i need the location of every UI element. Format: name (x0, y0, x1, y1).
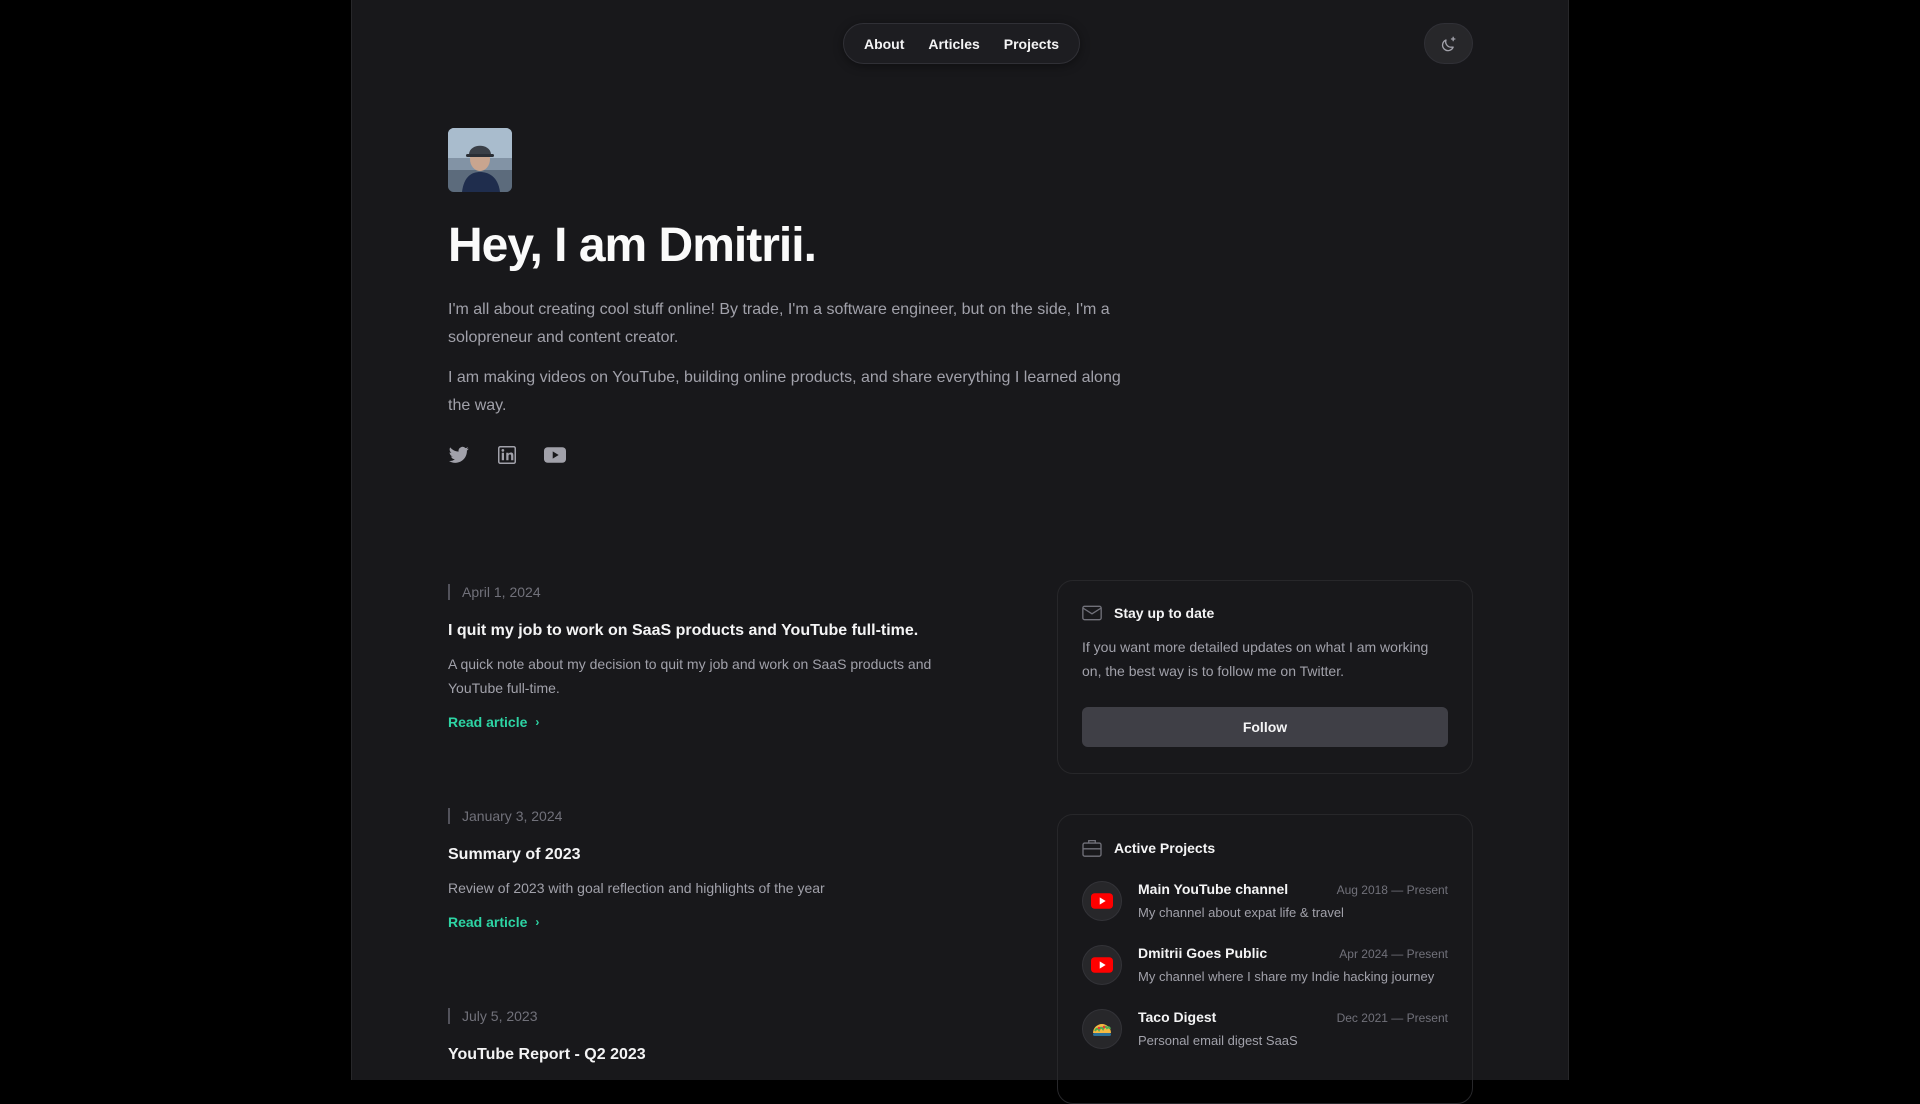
article-item: July 5, 2023 YouTube Report - Q2 2023 (448, 1008, 968, 1064)
project-name: Dmitrii Goes Public (1138, 945, 1268, 961)
social-links (448, 444, 566, 466)
linkedin-icon[interactable] (496, 444, 518, 466)
nav-articles[interactable]: Articles (928, 36, 979, 52)
article-item: January 3, 2024 Summary of 2023 Review o… (448, 808, 968, 932)
project-item[interactable]: Main YouTube channel Aug 2018 — Present … (1082, 881, 1448, 921)
follow-button[interactable]: Follow (1082, 707, 1448, 747)
project-item[interactable]: Taco Digest Dec 2021 — Present Personal … (1082, 1009, 1448, 1049)
newsletter-text: If you want more detailed updates on wha… (1082, 639, 1429, 679)
read-article-link[interactable]: Read article › (448, 914, 539, 930)
read-article-label: Read article (448, 914, 528, 930)
moon-icon (1441, 36, 1455, 51)
chevron-right-icon: › (535, 915, 540, 929)
article-description: A quick note about my decision to quit m… (448, 656, 932, 696)
project-name: Taco Digest (1138, 1009, 1217, 1025)
article-item: April 1, 2024 I quit my job to work on S… (448, 584, 968, 732)
project-description: Personal email digest SaaS (1138, 1033, 1298, 1048)
taco-logo-icon (1082, 1009, 1122, 1049)
twitter-icon[interactable] (448, 444, 470, 466)
mail-icon (1082, 605, 1102, 621)
article-date: January 3, 2024 (448, 808, 968, 824)
project-dates: Dec 2021 — Present (1336, 1011, 1448, 1025)
article-title[interactable]: Summary of 2023 (448, 846, 968, 864)
read-article-label: Read article (448, 714, 528, 730)
briefcase-icon (1082, 839, 1102, 857)
article-title[interactable]: YouTube Report - Q2 2023 (448, 1046, 968, 1064)
page-title: Hey, I am Dmitrii. (448, 219, 817, 272)
nav-projects[interactable]: Projects (1004, 36, 1059, 52)
youtube-logo-icon (1082, 945, 1122, 985)
projects-title: Active Projects (1114, 840, 1216, 856)
page-container: About Articles Projects Hey, I am Dmitri… (351, 0, 1569, 1104)
project-description: My channel where I share my Indie hackin… (1138, 969, 1435, 984)
article-date: April 1, 2024 (448, 584, 968, 600)
project-dates: Aug 2018 — Present (1336, 883, 1448, 897)
youtube-logo-icon (1082, 881, 1122, 921)
article-description: Review of 2023 with goal reflection and … (448, 880, 825, 896)
nav-about[interactable]: About (864, 36, 904, 52)
newsletter-card: Stay up to date If you want more detaile… (1057, 580, 1473, 774)
active-projects-card: Active Projects Main YouTube channel Aug… (1057, 814, 1473, 1104)
main-nav: About Articles Projects (843, 23, 1080, 64)
article-date: July 5, 2023 (448, 1008, 968, 1024)
newsletter-header: Stay up to date (1082, 605, 1448, 621)
read-article-link[interactable]: Read article › (448, 714, 539, 730)
project-dates: Apr 2024 — Present (1339, 947, 1448, 961)
project-item[interactable]: Dmitrii Goes Public Apr 2024 — Present M… (1082, 945, 1448, 985)
projects-header: Active Projects (1082, 839, 1448, 857)
youtube-icon[interactable] (544, 444, 566, 466)
chevron-right-icon: › (535, 715, 540, 729)
intro-paragraph-2: I am making videos on YouTube, building … (448, 369, 1121, 414)
newsletter-title: Stay up to date (1114, 605, 1215, 621)
intro-paragraph: I'm all about creating cool stuff online… (448, 301, 1110, 346)
avatar (448, 128, 512, 192)
project-description: My channel about expat life & travel (1138, 905, 1344, 920)
project-name: Main YouTube channel (1138, 881, 1289, 897)
theme-toggle-button[interactable] (1424, 23, 1473, 64)
article-title[interactable]: I quit my job to work on SaaS products a… (448, 622, 968, 640)
